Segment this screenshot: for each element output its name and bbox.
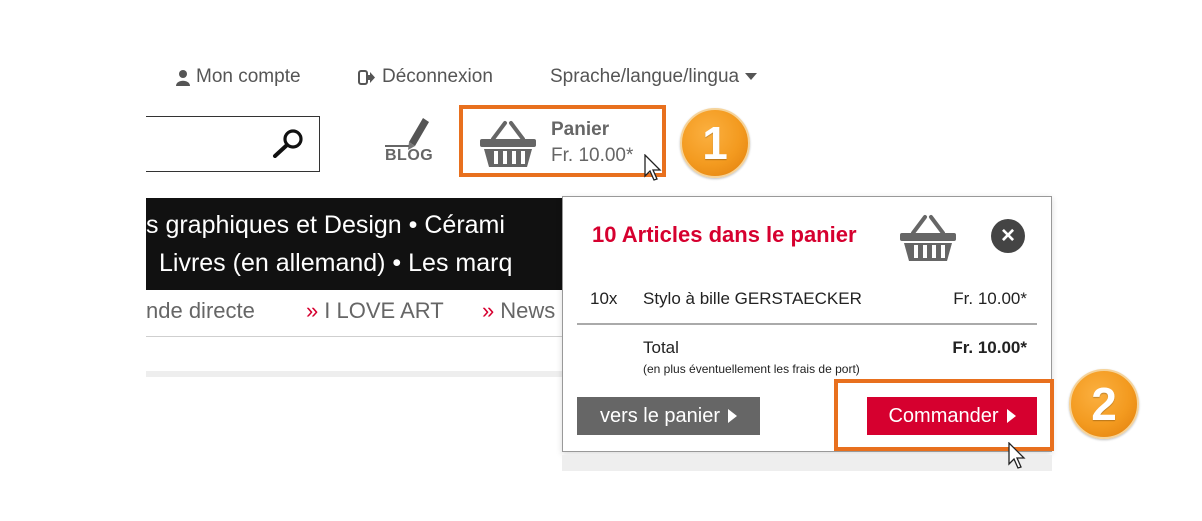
total-value: Fr. 10.00* bbox=[952, 338, 1027, 357]
category-nav: s graphiques et Design • Cérami Livres (… bbox=[146, 198, 564, 290]
category-nav-line-2[interactable]: Livres (en allemand) • Les marq bbox=[159, 249, 512, 278]
subnav-item-i-love-art[interactable]: » I LOVE ART bbox=[306, 298, 444, 324]
mouse-cursor-icon bbox=[1008, 442, 1026, 469]
subnav-item-news[interactable]: » News bbox=[482, 298, 555, 324]
sign-out-icon bbox=[358, 69, 375, 85]
close-icon[interactable]: × bbox=[991, 219, 1025, 253]
logout-link[interactable]: Déconnexion bbox=[358, 66, 493, 88]
content-divider bbox=[146, 371, 564, 377]
basket-icon bbox=[900, 215, 956, 261]
basket-icon bbox=[480, 121, 536, 167]
search-icon[interactable] bbox=[272, 128, 306, 158]
step-badge-2: 2 bbox=[1069, 369, 1139, 439]
logout-label: Déconnexion bbox=[382, 66, 493, 87]
view-cart-button[interactable]: vers le panier bbox=[577, 397, 760, 435]
order-highlight-frame bbox=[834, 379, 1054, 451]
shipping-note: (en plus éventuellement les frais de por… bbox=[643, 362, 860, 376]
double-chevron-right-icon: » bbox=[306, 298, 319, 323]
triangle-right-icon bbox=[728, 409, 738, 423]
mouse-cursor-icon bbox=[644, 154, 662, 181]
total-label: Total bbox=[643, 338, 679, 357]
subnav-item-label: News bbox=[500, 298, 556, 323]
cart-item-name[interactable]: Stylo à bille GERSTAECKER bbox=[643, 289, 862, 309]
subnav-item-direct-order[interactable]: nde directe bbox=[146, 298, 255, 324]
blog-label[interactable]: BLOG bbox=[385, 147, 433, 165]
subnav-item-label: nde directe bbox=[146, 298, 255, 323]
cart-dropdown-title: 10 Articles dans le panier bbox=[592, 222, 857, 247]
step-badge-1: 1 bbox=[680, 108, 750, 178]
account-label: Mon compte bbox=[196, 66, 301, 87]
cart-item-price: Fr. 10.00* bbox=[953, 289, 1027, 308]
view-cart-label: vers le panier bbox=[599, 404, 721, 427]
cart-amount: Fr. 10.00* bbox=[551, 145, 634, 166]
subnav-divider bbox=[146, 336, 564, 337]
double-chevron-right-icon: » bbox=[482, 298, 495, 323]
content-divider bbox=[562, 455, 1052, 471]
cart-title: Panier bbox=[551, 119, 610, 140]
cart-divider bbox=[577, 323, 1037, 325]
category-nav-line-1[interactable]: s graphiques et Design • Cérami bbox=[146, 211, 505, 240]
caret-down-icon bbox=[745, 73, 758, 80]
language-label: Sprache/langue/lingua bbox=[550, 66, 740, 87]
cart-button[interactable]: Panier Fr. 10.00* bbox=[459, 105, 666, 177]
account-link[interactable]: Mon compte bbox=[176, 66, 301, 88]
search-field[interactable] bbox=[146, 117, 256, 171]
user-icon bbox=[176, 69, 190, 86]
subnav-item-label: I LOVE ART bbox=[324, 298, 444, 323]
language-dropdown[interactable]: Sprache/langue/lingua bbox=[550, 66, 758, 88]
cart-item-quantity: 10x bbox=[590, 289, 618, 308]
